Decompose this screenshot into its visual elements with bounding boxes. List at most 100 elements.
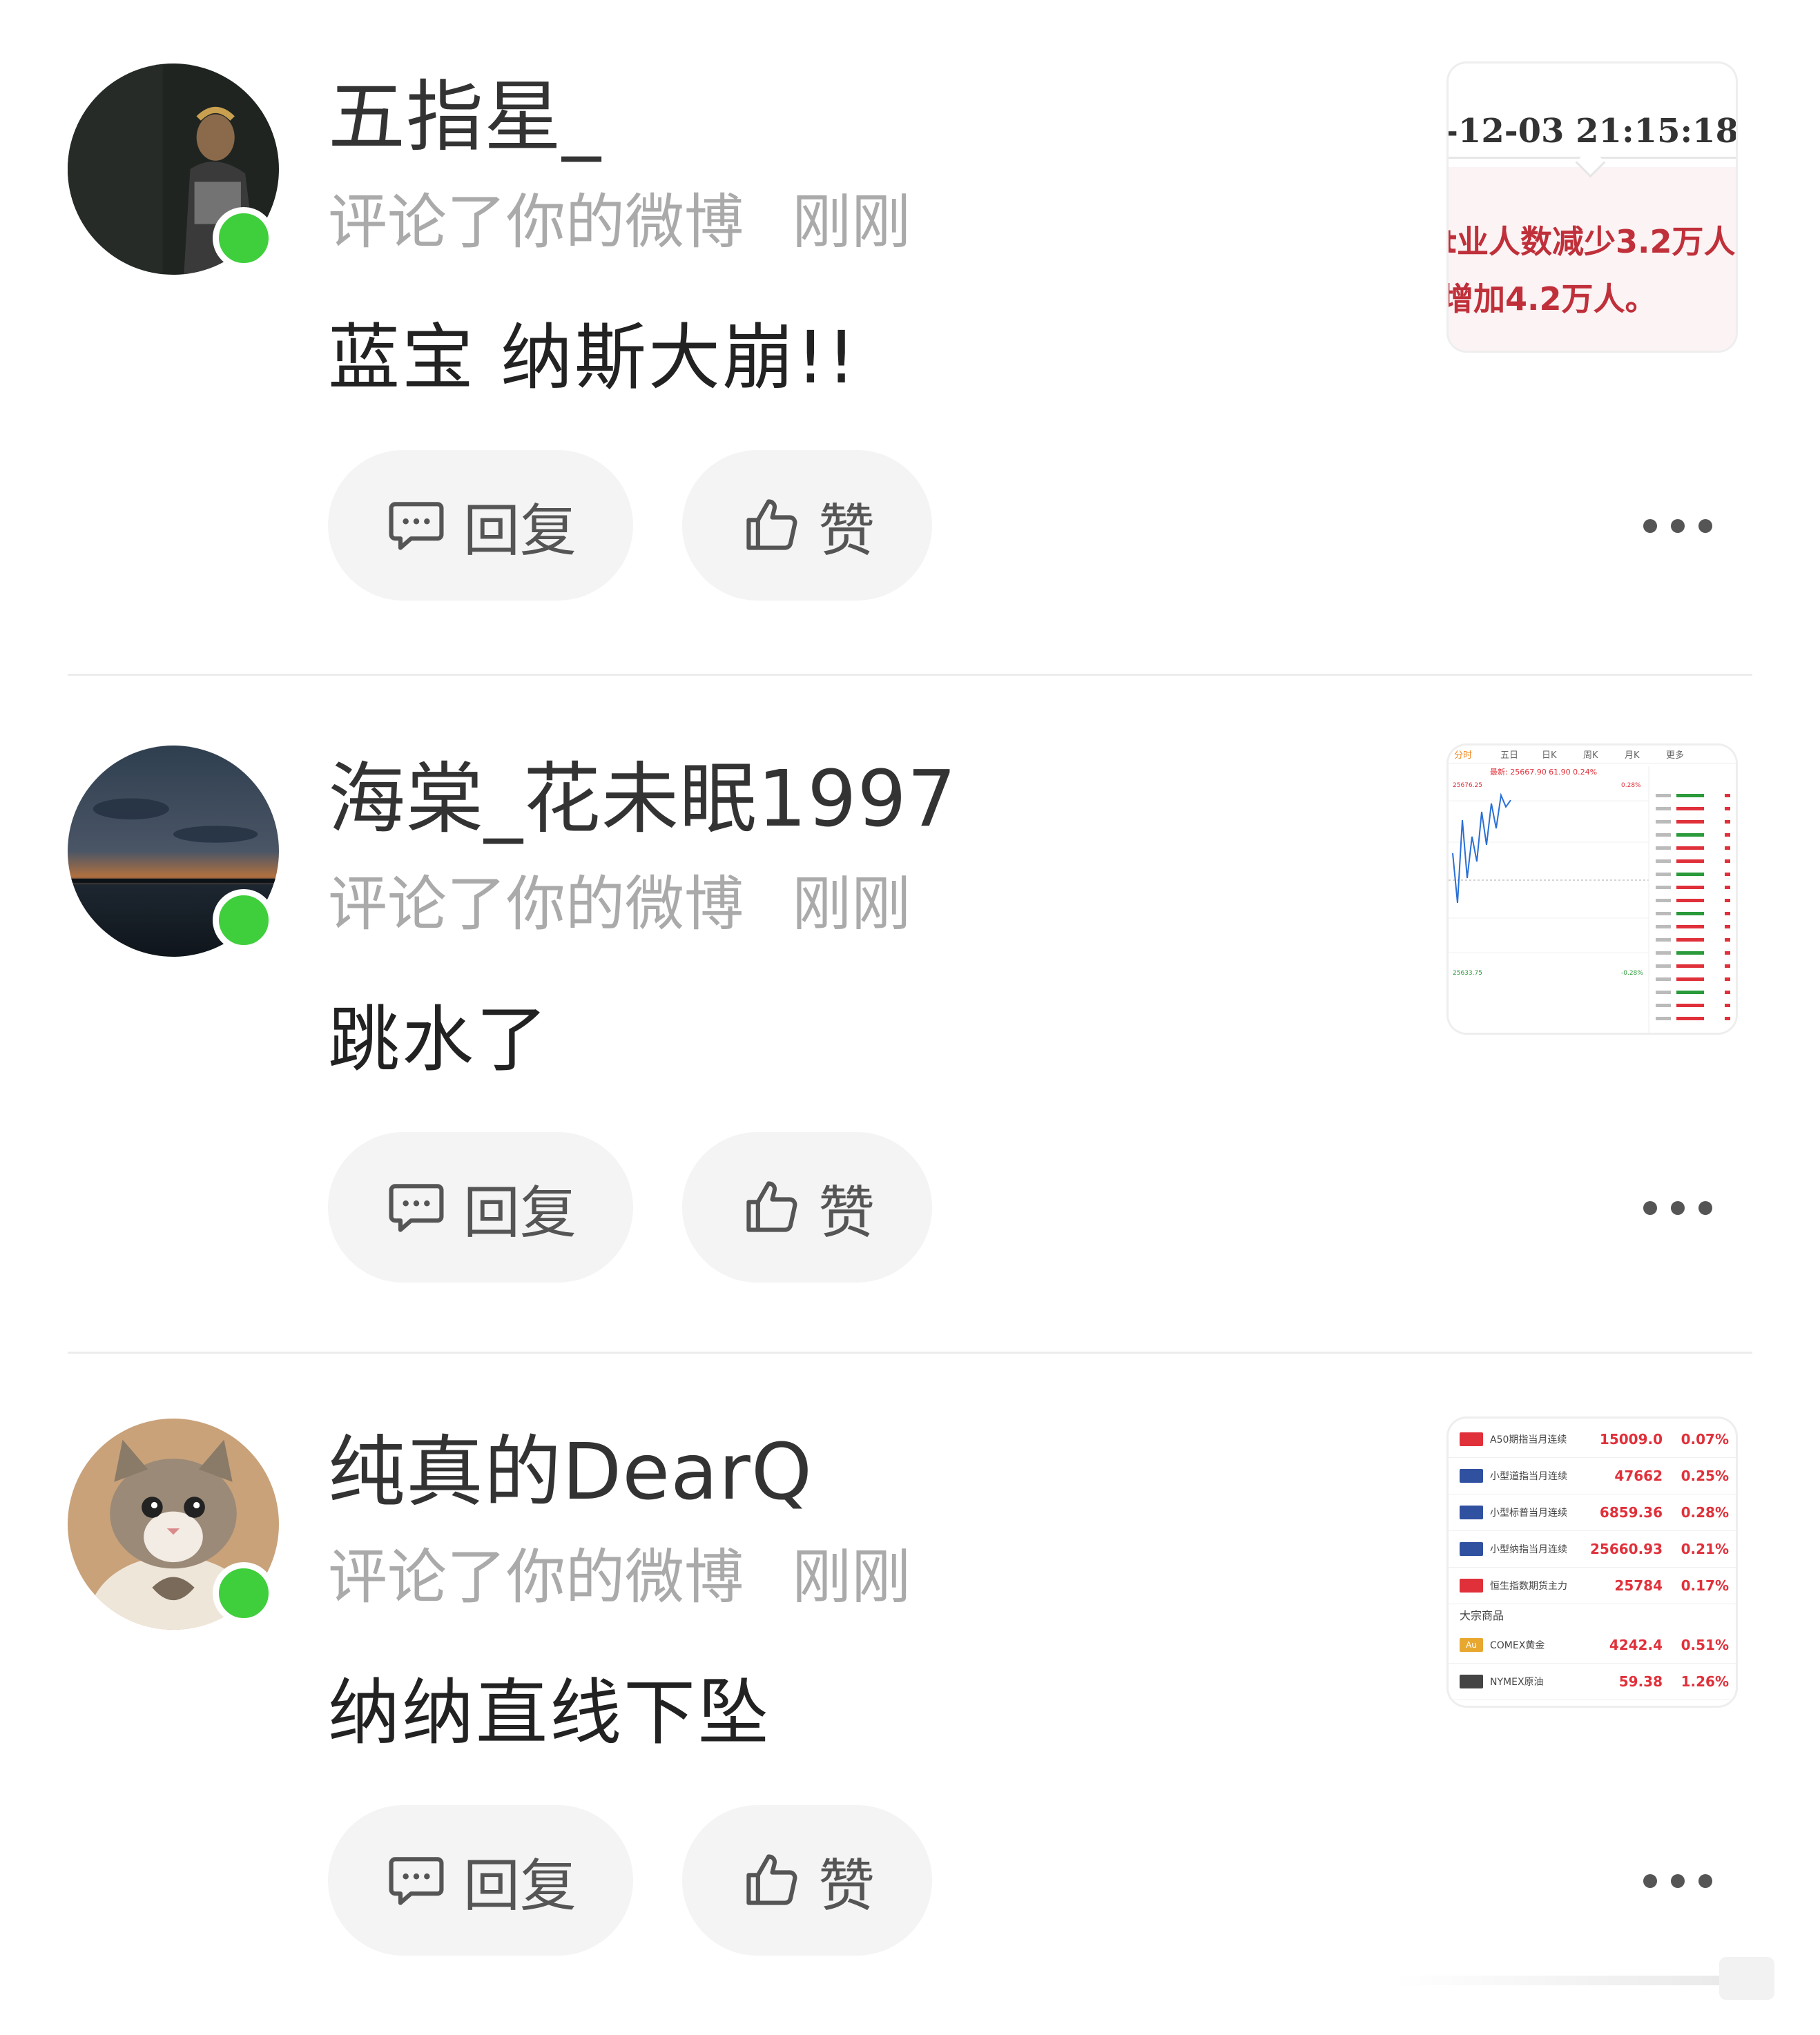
reply-button[interactable]: 回复 bbox=[328, 1132, 633, 1283]
quote-value: 15009.0 bbox=[1599, 1431, 1663, 1448]
quote-name: NYMEX原油 bbox=[1490, 1677, 1544, 1688]
thumbs-up-icon bbox=[746, 1181, 797, 1232]
comment-item: 纯真的DearQ 评论了你的微博 刚刚 纳纳直线下坠 回复 赞 A50期指当月连续… bbox=[0, 1355, 1820, 2035]
trade-row-price bbox=[1676, 938, 1704, 942]
trade-row-price bbox=[1676, 925, 1704, 928]
trade-row-price bbox=[1676, 991, 1704, 994]
like-button[interactable]: 赞 bbox=[682, 1132, 932, 1283]
trade-row-time bbox=[1656, 977, 1671, 981]
more-dot-icon bbox=[1671, 519, 1685, 533]
trade-row-time bbox=[1656, 886, 1671, 889]
trade-row-price bbox=[1676, 899, 1704, 902]
quote-name: 小型标普当月连续 bbox=[1490, 1508, 1567, 1519]
us-flag-icon bbox=[1460, 1469, 1483, 1483]
more-options-button[interactable] bbox=[1643, 1860, 1712, 1902]
trade-row-volume bbox=[1725, 833, 1730, 837]
quote-change: 1.26% bbox=[1681, 1673, 1729, 1690]
post-thumbnail[interactable]: 分时 五日 日K 周K 月K 更多 最新: 25667.90 61.90 0.2… bbox=[1449, 746, 1736, 1033]
thumbnail-text-line: t业人数减少3.2万人 bbox=[1449, 223, 1736, 260]
reply-button[interactable]: 回复 bbox=[328, 1805, 633, 1956]
scrollbar-handle[interactable] bbox=[1719, 1957, 1774, 2000]
trade-row-time bbox=[1656, 1004, 1671, 1007]
comment-text: 纳纳直线下坠 bbox=[328, 1671, 772, 1755]
us-flag-icon bbox=[1460, 1542, 1483, 1556]
trade-row-time bbox=[1656, 991, 1671, 994]
username[interactable]: 海棠_花未眠1997 bbox=[328, 751, 957, 848]
quote-value: 59.38 bbox=[1618, 1673, 1663, 1690]
low-pct: -0.28% bbox=[1621, 970, 1643, 977]
trade-row-price bbox=[1676, 846, 1704, 850]
like-button[interactable]: 赞 bbox=[682, 1805, 932, 1956]
comment-bubble-icon bbox=[389, 1857, 444, 1905]
quote-row[interactable]: 小型道指当月连续 47662 0.25% bbox=[1449, 1458, 1736, 1494]
like-button[interactable]: 赞 bbox=[682, 450, 932, 601]
high-pct: 0.28% bbox=[1621, 782, 1641, 789]
trade-row-time bbox=[1656, 846, 1671, 850]
more-options-button[interactable] bbox=[1643, 505, 1712, 547]
quote-value: 6859.36 bbox=[1599, 1504, 1663, 1521]
username[interactable]: 五指星_ bbox=[328, 69, 601, 166]
trade-row-price bbox=[1676, 794, 1704, 797]
scrollbar-track[interactable] bbox=[1395, 1976, 1754, 1985]
action-text: 评论了你的微博 bbox=[328, 1543, 744, 1612]
trade-row-volume bbox=[1725, 925, 1730, 928]
quote-row[interactable]: 小型纳指当月连续 25660.93 0.21% bbox=[1449, 1531, 1736, 1568]
quote-change: 0.07% bbox=[1681, 1431, 1729, 1448]
comment-meta: 评论了你的微博 刚刚 bbox=[328, 181, 911, 264]
online-status-dot bbox=[213, 207, 275, 269]
trade-row-volume bbox=[1725, 938, 1730, 942]
comment-item: 海棠_花未眠1997 评论了你的微博 刚刚 跳水了 回复 赞 分时 五日 日K 周… bbox=[0, 682, 1820, 1362]
quote-row[interactable]: 恒生指数期货主力 25784 0.17% bbox=[1449, 1568, 1736, 1604]
quote-change: 0.51% bbox=[1681, 1637, 1729, 1653]
reply-label: 回复 bbox=[463, 498, 577, 564]
trade-row-price bbox=[1676, 1004, 1704, 1007]
chart-tab: 月K bbox=[1625, 750, 1640, 761]
quote-value: 25660.93 bbox=[1589, 1541, 1663, 1557]
quote-row[interactable]: NYMEX原油 59.38 1.26% bbox=[1449, 1664, 1736, 1700]
username[interactable]: 纯真的DearQ bbox=[328, 1424, 813, 1521]
more-dot-icon bbox=[1643, 1874, 1657, 1888]
trade-row-volume bbox=[1725, 1004, 1730, 1007]
post-thumbnail[interactable]: -12-03 21:15:18 星 t业人数减少3.2万人 增加4.2万人。 bbox=[1449, 64, 1736, 351]
trade-row-time bbox=[1656, 859, 1671, 863]
more-dot-icon bbox=[1643, 1201, 1657, 1215]
trade-row-time bbox=[1656, 820, 1671, 824]
quote-change: 0.21% bbox=[1681, 1541, 1729, 1557]
trade-row-price bbox=[1676, 807, 1704, 810]
trade-row-volume bbox=[1725, 846, 1730, 850]
quote-value: 47662 bbox=[1614, 1468, 1663, 1484]
timestamp: 刚刚 bbox=[792, 1543, 911, 1612]
trade-row-price bbox=[1676, 1017, 1704, 1020]
section-title: 大宗商品 bbox=[1460, 1609, 1504, 1622]
trade-row-price bbox=[1676, 951, 1704, 955]
quote-row[interactable]: Au COMEX黄金 4242.4 0.51% bbox=[1449, 1627, 1736, 1664]
quote-name: 小型纳指当月连续 bbox=[1490, 1544, 1567, 1555]
comment-text: 跳水了 bbox=[328, 997, 550, 1082]
quote-row[interactable]: A50期指当月连续 15009.0 0.07% bbox=[1449, 1421, 1736, 1458]
sg-flag-icon bbox=[1460, 1432, 1483, 1446]
post-thumbnail[interactable]: A50期指当月连续 15009.0 0.07% 小型道指当月连续 47662 0.25% 小… bbox=[1449, 1419, 1736, 1706]
trade-row-time bbox=[1656, 951, 1671, 955]
trade-row-volume bbox=[1725, 820, 1730, 824]
trade-row-volume bbox=[1725, 964, 1730, 968]
trade-row-volume bbox=[1725, 912, 1730, 915]
trade-row-time bbox=[1656, 925, 1671, 928]
trade-row-volume bbox=[1725, 951, 1730, 955]
trade-row-price bbox=[1676, 873, 1704, 876]
trade-row-time bbox=[1656, 807, 1671, 810]
trade-row-time bbox=[1656, 964, 1671, 968]
online-status-dot bbox=[213, 1562, 275, 1624]
timestamp: 刚刚 bbox=[792, 188, 911, 257]
comment-bubble-icon bbox=[389, 502, 444, 550]
reply-button[interactable]: 回复 bbox=[328, 450, 633, 601]
trade-row-price bbox=[1676, 964, 1704, 968]
quote-name: 恒生指数期货主力 bbox=[1490, 1581, 1567, 1592]
more-options-button[interactable] bbox=[1643, 1187, 1712, 1229]
more-dot-icon bbox=[1698, 519, 1712, 533]
divider bbox=[68, 674, 1752, 676]
comment-meta: 评论了你的微博 刚刚 bbox=[328, 1536, 911, 1619]
timestamp: 刚刚 bbox=[792, 870, 911, 939]
trade-row-price bbox=[1676, 977, 1704, 981]
thumbnail-datetime: -12-03 21:15:18 星 bbox=[1449, 112, 1736, 150]
quote-row[interactable]: 小型标普当月连续 6859.36 0.28% bbox=[1449, 1494, 1736, 1531]
